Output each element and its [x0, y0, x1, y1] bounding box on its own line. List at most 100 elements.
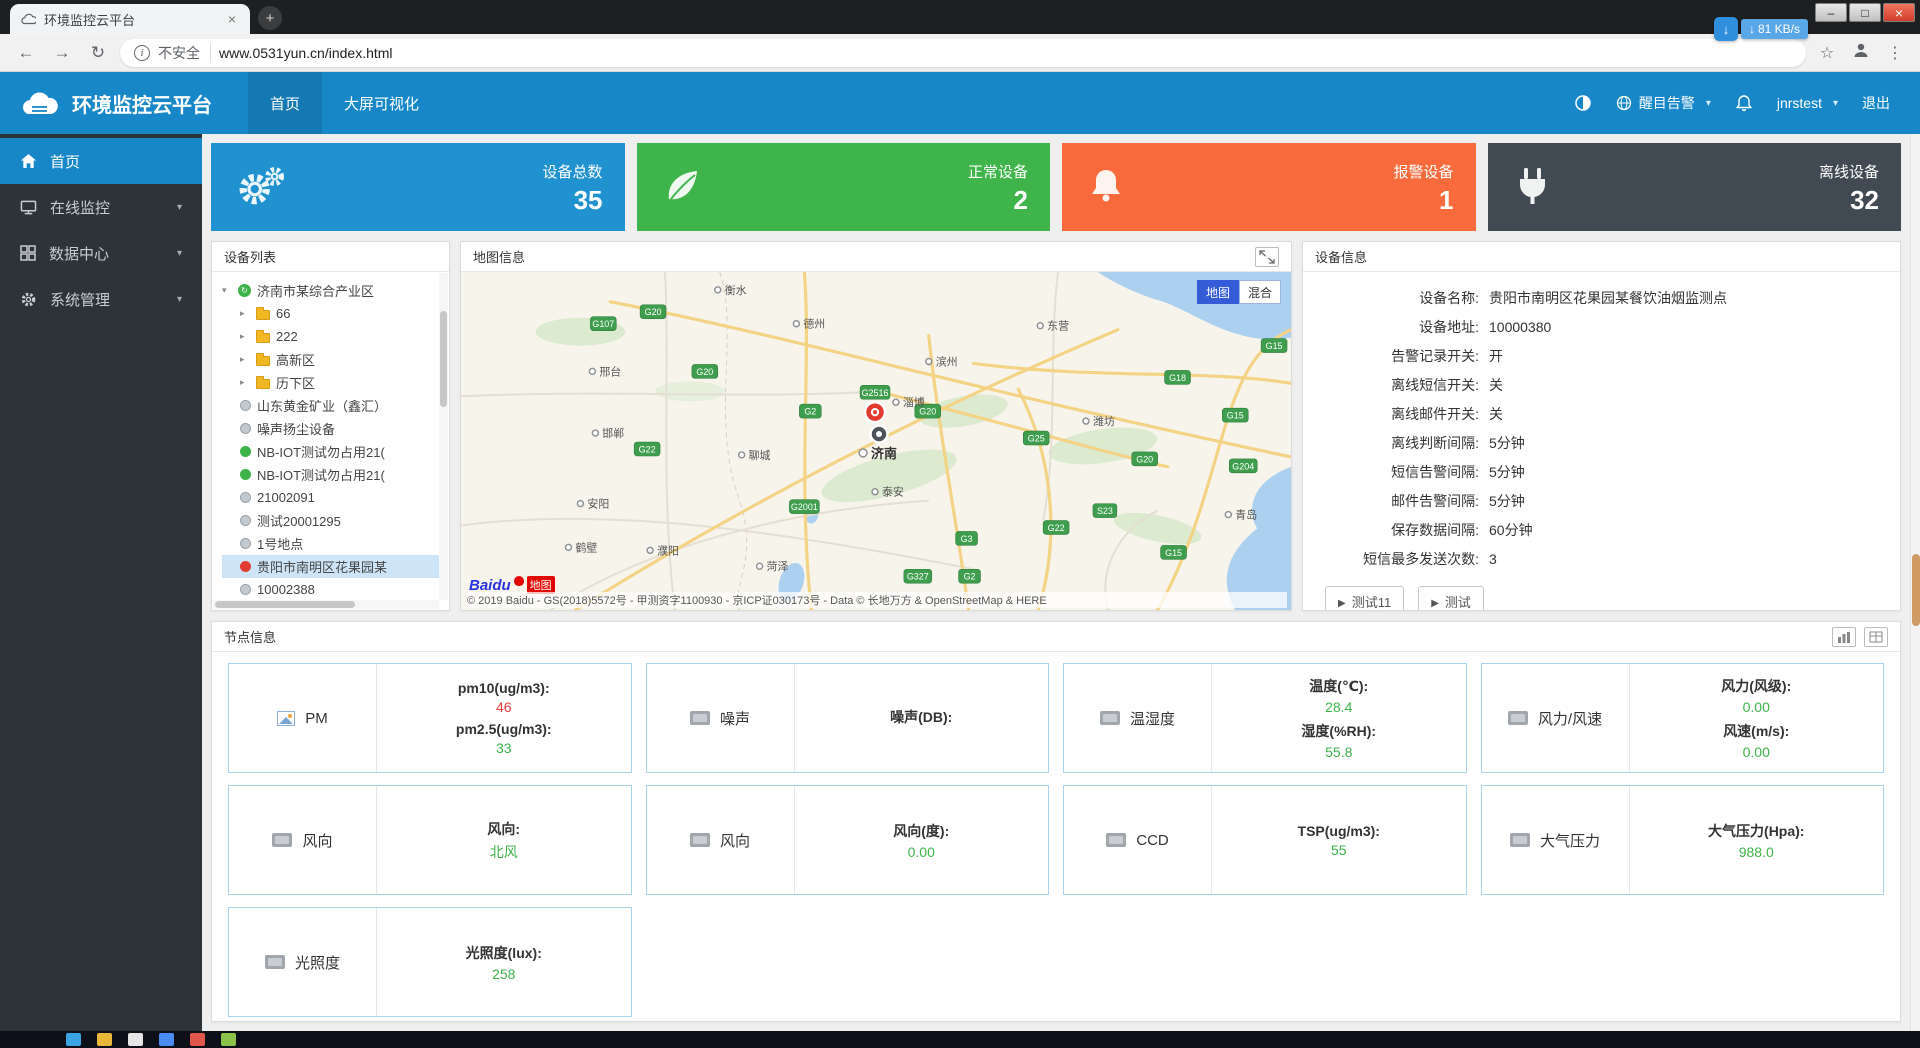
map-fullscreen-button[interactable] [1255, 247, 1279, 267]
device-tree: 济南市某综合产业区 66 222 高新区 历下区 山东黄金矿业（鑫汇） 噪声扬尘… [212, 272, 449, 610]
map-marker-offline[interactable] [871, 426, 888, 443]
node-card-pressure: 大气压力 大气压力(Hpa):988.0 [1481, 785, 1885, 895]
bell-icon [1084, 165, 1148, 209]
reload-button[interactable] [84, 39, 112, 67]
broken-image-icon [277, 711, 295, 726]
tree-expand-icon[interactable] [240, 354, 250, 365]
tree-item-label: 1号地点 [257, 534, 303, 553]
browser-tab[interactable]: 环境监控云平台 [10, 4, 250, 34]
svg-text:G20: G20 [645, 307, 662, 317]
taskbar-icon[interactable] [97, 1033, 112, 1046]
svg-text:G25: G25 [1028, 434, 1045, 444]
tree-device[interactable]: 测试20001295 [222, 509, 439, 532]
map-type-hybrid-button[interactable]: 混合 [1239, 280, 1281, 304]
bookmark-star-icon[interactable] [1814, 43, 1840, 63]
node-card-wind-degree: 风向 风向(度):0.00 [646, 785, 1050, 895]
map-marker-alarm[interactable] [865, 402, 885, 422]
tree-folder[interactable]: 222 [222, 325, 439, 348]
button-label: 测试11 [1352, 592, 1392, 610]
notifications-bell-icon[interactable] [1735, 94, 1753, 112]
tree-device[interactable]: 山东黄金矿业（鑫汇） [222, 394, 439, 417]
tree-folder[interactable]: 历下区 [222, 371, 439, 394]
node-info-header: 节点信息 [212, 622, 1900, 652]
tree-folder[interactable]: 66 [222, 302, 439, 325]
device-info-buttons: 测试11 测试 [1325, 586, 1884, 610]
url-box[interactable]: i 不安全 www.0531yun.cn/index.html [120, 39, 1806, 67]
button-label: 测试 [1445, 592, 1471, 610]
url-text: www.0531yun.cn/index.html [219, 45, 393, 61]
info-label: 设备地址: [1319, 313, 1479, 342]
node-name: 风向 [302, 830, 332, 851]
profile-avatar-icon[interactable] [1848, 41, 1874, 64]
alert-mode-dropdown[interactable]: 醒目告警 [1616, 93, 1711, 113]
map-type-map-button[interactable]: 地图 [1197, 280, 1239, 304]
road-badge: G25 [1023, 431, 1049, 445]
sidebar-item-data-center[interactable]: 数据中心 [0, 230, 202, 276]
road-badge: G20 [640, 305, 666, 319]
forward-button[interactable] [48, 39, 76, 67]
road-badge: G20 [1132, 452, 1158, 466]
page-scrollbar[interactable] [1910, 134, 1920, 1031]
taskbar-icon[interactable] [66, 1033, 81, 1046]
window-minimize-button[interactable] [1815, 3, 1847, 22]
baidu-map[interactable]: G107 G20 G20 G2516 G2 G20 G22 G25 G15 G1… [461, 272, 1291, 610]
metric-label: 湿度(%RH): [1301, 721, 1376, 741]
road-badge: G15 [1222, 408, 1248, 422]
browser-menu-icon[interactable] [1882, 43, 1908, 63]
tree-device[interactable]: NB-IOT测试勿占用21( [222, 440, 439, 463]
svg-text:青岛: 青岛 [1235, 508, 1257, 522]
tree-expand-icon[interactable] [240, 308, 250, 319]
user-menu[interactable]: jnrstest [1777, 95, 1838, 111]
svg-text:G15: G15 [1266, 341, 1283, 351]
tree-expand-icon[interactable] [240, 377, 250, 388]
taskbar-icon[interactable] [190, 1033, 205, 1046]
test11-button[interactable]: 测试11 [1325, 586, 1404, 610]
site-info-icon[interactable]: i [134, 45, 150, 61]
taskbar-icon[interactable] [159, 1033, 174, 1046]
sidebar-item-system-admin[interactable]: 系统管理 [0, 276, 202, 322]
back-button[interactable] [12, 39, 40, 67]
tree-device-selected[interactable]: 贵阳市南明区花果园某 [222, 555, 439, 578]
tree-device[interactable]: 21002091 [222, 486, 439, 509]
road-badge: G3 [956, 531, 978, 545]
tree-item-label: 测试20001295 [257, 511, 341, 530]
info-label: 离线邮件开关: [1319, 400, 1479, 429]
tree-folder[interactable]: 高新区 [222, 348, 439, 371]
folder-icon [256, 356, 270, 366]
road-badge: G2 [959, 569, 981, 583]
chart-view-button[interactable] [1832, 627, 1856, 647]
tree-device[interactable]: 10002388 [222, 578, 439, 601]
tree-device[interactable]: NB-IOT测试勿占用21( [222, 463, 439, 486]
app-logo: 环境监控云平台 [0, 88, 248, 118]
window-close-button[interactable] [1883, 3, 1915, 22]
tree-horizontal-scrollbar[interactable] [213, 600, 439, 609]
node-card-light: 光照度 光照度(lux):258 [228, 907, 632, 1017]
sidebar-item-home[interactable]: 首页 [0, 138, 202, 184]
table-view-button[interactable] [1864, 627, 1888, 647]
taskbar-icon[interactable] [128, 1033, 143, 1046]
svg-text:滨州: 滨州 [936, 354, 958, 368]
device-info-header: 设备信息 [1303, 242, 1900, 272]
download-speed-widget[interactable]: 81 KB/s [1714, 17, 1808, 41]
test-button[interactable]: 测试 [1418, 586, 1484, 610]
new-tab-button[interactable] [258, 6, 282, 30]
svg-text:G20: G20 [696, 367, 713, 377]
tree-root[interactable]: 济南市某综合产业区 [222, 279, 439, 302]
tree-expand-icon[interactable] [240, 331, 250, 342]
nav-bigscreen[interactable]: 大屏可视化 [322, 72, 441, 134]
taskbar-icon[interactable] [221, 1033, 236, 1046]
tree-collapse-icon[interactable] [222, 285, 232, 296]
nav-home[interactable]: 首页 [248, 72, 322, 134]
logout-button[interactable]: 退出 [1862, 93, 1890, 113]
tree-device[interactable]: 噪声扬尘设备 [222, 417, 439, 440]
theme-icon[interactable] [1574, 94, 1592, 112]
speed-widget-icon [1714, 17, 1738, 41]
metric-value: 28.4 [1309, 699, 1368, 715]
window-maximize-button[interactable] [1849, 3, 1881, 22]
status-dot-offline [240, 538, 251, 549]
tab-close-icon[interactable] [224, 11, 240, 27]
tree-device[interactable]: 1号地点 [222, 532, 439, 555]
tree-vertical-scrollbar[interactable] [439, 273, 448, 600]
sidebar-item-online-monitor[interactable]: 在线监控 [0, 184, 202, 230]
page-scrollbar-thumb[interactable] [1912, 554, 1920, 626]
